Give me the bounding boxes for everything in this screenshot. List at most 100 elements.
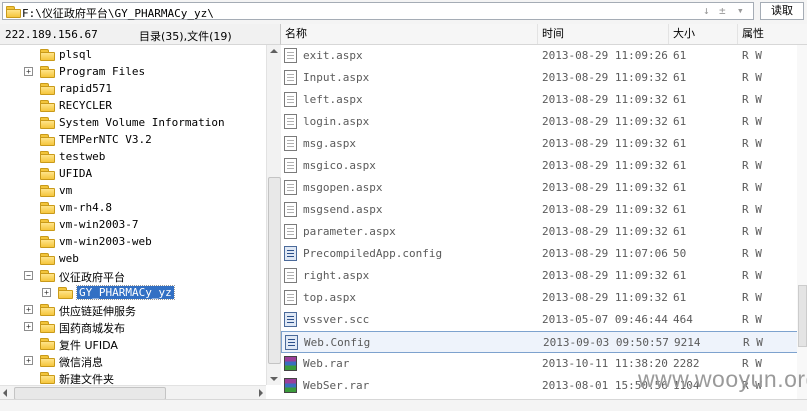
expand-icon[interactable]: + xyxy=(24,356,33,365)
tree-item[interactable]: vm-win2003-7 xyxy=(0,216,266,233)
file-row[interactable]: msgsend.aspx 2013-08-29 11:09:32 61 R W xyxy=(281,199,797,221)
file-name: msg.aspx xyxy=(303,137,356,150)
tree-item[interactable]: − 仪征政府平台 xyxy=(0,267,266,284)
tree-item-label[interactable]: testweb xyxy=(59,150,105,163)
file-size: 61 xyxy=(673,93,687,106)
file-name: left.aspx xyxy=(303,93,363,106)
expand-icon[interactable]: + xyxy=(24,305,33,314)
file-size: 61 xyxy=(673,115,687,128)
tree-item[interactable]: + 供应链延伸服务 xyxy=(0,301,266,318)
file-icon xyxy=(284,180,297,195)
tree-item-label[interactable]: Program Files xyxy=(59,65,145,78)
tree-item-label[interactable]: 国药商城发布 xyxy=(59,320,125,336)
file-size: 61 xyxy=(673,181,687,194)
tree-item-label[interactable]: TEMPerNTC V3.2 xyxy=(59,133,152,146)
tree-item[interactable]: 复件 UFIDA xyxy=(0,335,266,352)
tree-item-label[interactable]: 微信消息 xyxy=(59,354,103,370)
tree-item-label[interactable]: vm-win2003-7 xyxy=(59,218,138,231)
file-row[interactable]: left.aspx 2013-08-29 11:09:32 61 R W xyxy=(281,89,797,111)
tree-item-label[interactable]: vm-rh4.8 xyxy=(59,201,112,214)
scroll-left-icon[interactable] xyxy=(3,389,7,397)
file-row[interactable]: Web.Config 2013-09-03 09:50:57 9214 R W xyxy=(281,331,797,353)
tree-item[interactable]: testweb xyxy=(0,148,266,165)
file-size: 61 xyxy=(673,137,687,150)
file-row[interactable]: top.aspx 2013-08-29 11:09:32 61 R W xyxy=(281,287,797,309)
file-icon xyxy=(284,158,297,173)
file-time: 2013-08-29 11:09:32 xyxy=(542,291,668,304)
column-name-header[interactable]: 名称 xyxy=(281,24,538,44)
file-attributes: R W xyxy=(742,247,762,260)
tree-item-label[interactable]: RECYCLER xyxy=(59,99,112,112)
file-row[interactable]: Input.aspx 2013-08-29 11:09:32 61 R W xyxy=(281,67,797,89)
scrollbar-thumb[interactable] xyxy=(268,177,281,364)
file-row[interactable]: parameter.aspx 2013-08-29 11:09:32 61 R W xyxy=(281,221,797,243)
tree-item[interactable]: rapid571 xyxy=(0,80,266,97)
plus-minus-icon[interactable]: ± xyxy=(719,4,726,17)
dropdown-arrow-icon[interactable]: ▾ xyxy=(737,4,744,17)
tree-item[interactable]: 新建文件夹 xyxy=(0,369,266,385)
scroll-up-icon[interactable] xyxy=(270,49,278,53)
expand-icon[interactable]: + xyxy=(24,67,33,76)
column-size-header[interactable]: 大小 xyxy=(669,24,738,44)
tree-item[interactable]: + GY_PHARMACy_yz xyxy=(0,284,266,301)
tree-item[interactable]: + 微信消息 xyxy=(0,352,266,369)
tree-item-label[interactable]: rapid571 xyxy=(59,82,112,95)
folder-icon xyxy=(40,117,55,129)
file-row[interactable]: right.aspx 2013-08-29 11:09:32 61 R W xyxy=(281,265,797,287)
tree-item[interactable]: vm-win2003-web xyxy=(0,233,266,250)
tree-item-label[interactable]: GY_PHARMACy_yz xyxy=(76,285,175,300)
tree-horizontal-scrollbar[interactable] xyxy=(0,385,266,400)
tree-item[interactable]: TEMPerNTC V3.2 xyxy=(0,131,266,148)
tree-item-label[interactable]: vm xyxy=(59,184,72,197)
tree-item-label[interactable]: web xyxy=(59,252,79,265)
file-name: WebSer.rar xyxy=(303,379,370,392)
file-row[interactable]: msg.aspx 2013-08-29 11:09:32 61 R W xyxy=(281,133,797,155)
file-name: login.aspx xyxy=(303,115,370,128)
tree-item[interactable]: + Program Files xyxy=(0,63,266,80)
file-attributes: R W xyxy=(742,181,762,194)
scroll-right-icon[interactable] xyxy=(259,389,263,397)
tree-item-label[interactable]: 新建文件夹 xyxy=(59,371,114,385)
file-icon xyxy=(284,92,297,107)
tree-item-label[interactable]: plsql xyxy=(59,48,92,61)
tree-item[interactable]: web xyxy=(0,250,266,267)
tree-item-label[interactable]: 供应链延伸服务 xyxy=(59,303,136,319)
column-time-header[interactable]: 时间 xyxy=(538,24,669,44)
tree-item[interactable]: UFIDA xyxy=(0,165,266,182)
folder-icon xyxy=(40,151,55,163)
tree-item-label[interactable]: UFIDA xyxy=(59,167,92,180)
file-row[interactable]: exit.aspx 2013-08-29 11:09:26 61 R W xyxy=(281,45,797,67)
download-icon[interactable]: ↓ xyxy=(703,4,710,17)
collapse-icon[interactable]: − xyxy=(24,271,33,280)
column-attr-header[interactable]: 属性 xyxy=(738,24,807,44)
file-list-scrollbar[interactable] xyxy=(797,45,807,400)
tree-item[interactable]: + 国药商城发布 xyxy=(0,318,266,335)
scrollbar-thumb[interactable] xyxy=(798,285,807,347)
tree-item-label[interactable]: 仪征政府平台 xyxy=(59,269,125,285)
tree-vertical-scrollbar[interactable] xyxy=(266,45,281,385)
tree-item-label[interactable]: vm-win2003-web xyxy=(59,235,152,248)
expand-icon[interactable]: + xyxy=(24,322,33,331)
scroll-down-icon[interactable] xyxy=(270,377,278,381)
path-input[interactable]: F:\仪征政府平台\GY_PHARMACy_yz\ ↓ ± ▾ xyxy=(2,2,754,20)
tree-item[interactable]: RECYCLER xyxy=(0,97,266,114)
tree-item[interactable]: plsql xyxy=(0,46,266,63)
file-size: 61 xyxy=(673,71,687,84)
tree-item[interactable]: vm-rh4.8 xyxy=(0,199,266,216)
tree-item-label[interactable]: 复件 UFIDA xyxy=(59,337,118,353)
read-button[interactable]: 读取 xyxy=(760,2,804,20)
expand-icon[interactable]: + xyxy=(42,288,51,297)
file-list: exit.aspx 2013-08-29 11:09:26 61 R W Input.a… xyxy=(281,45,797,400)
file-row[interactable]: msgopen.aspx 2013-08-29 11:09:32 61 R W xyxy=(281,177,797,199)
file-row[interactable]: vssver.scc 2013-05-07 09:46:44 464 R W xyxy=(281,309,797,331)
file-name: Web.rar xyxy=(303,357,350,370)
tree-item[interactable]: vm xyxy=(0,182,266,199)
folder-icon xyxy=(40,321,55,333)
config-icon xyxy=(284,312,297,327)
tree-item-label[interactable]: System Volume Information xyxy=(59,116,225,129)
file-row[interactable]: msgico.aspx 2013-08-29 11:09:32 61 R W xyxy=(281,155,797,177)
folder-tree: plsql + Program Files rapid571 RECYCLER Syste… xyxy=(0,45,266,385)
file-row[interactable]: login.aspx 2013-08-29 11:09:32 61 R W xyxy=(281,111,797,133)
file-row[interactable]: PrecompiledApp.config 2013-08-29 11:07:06… xyxy=(281,243,797,265)
tree-item[interactable]: System Volume Information xyxy=(0,114,266,131)
